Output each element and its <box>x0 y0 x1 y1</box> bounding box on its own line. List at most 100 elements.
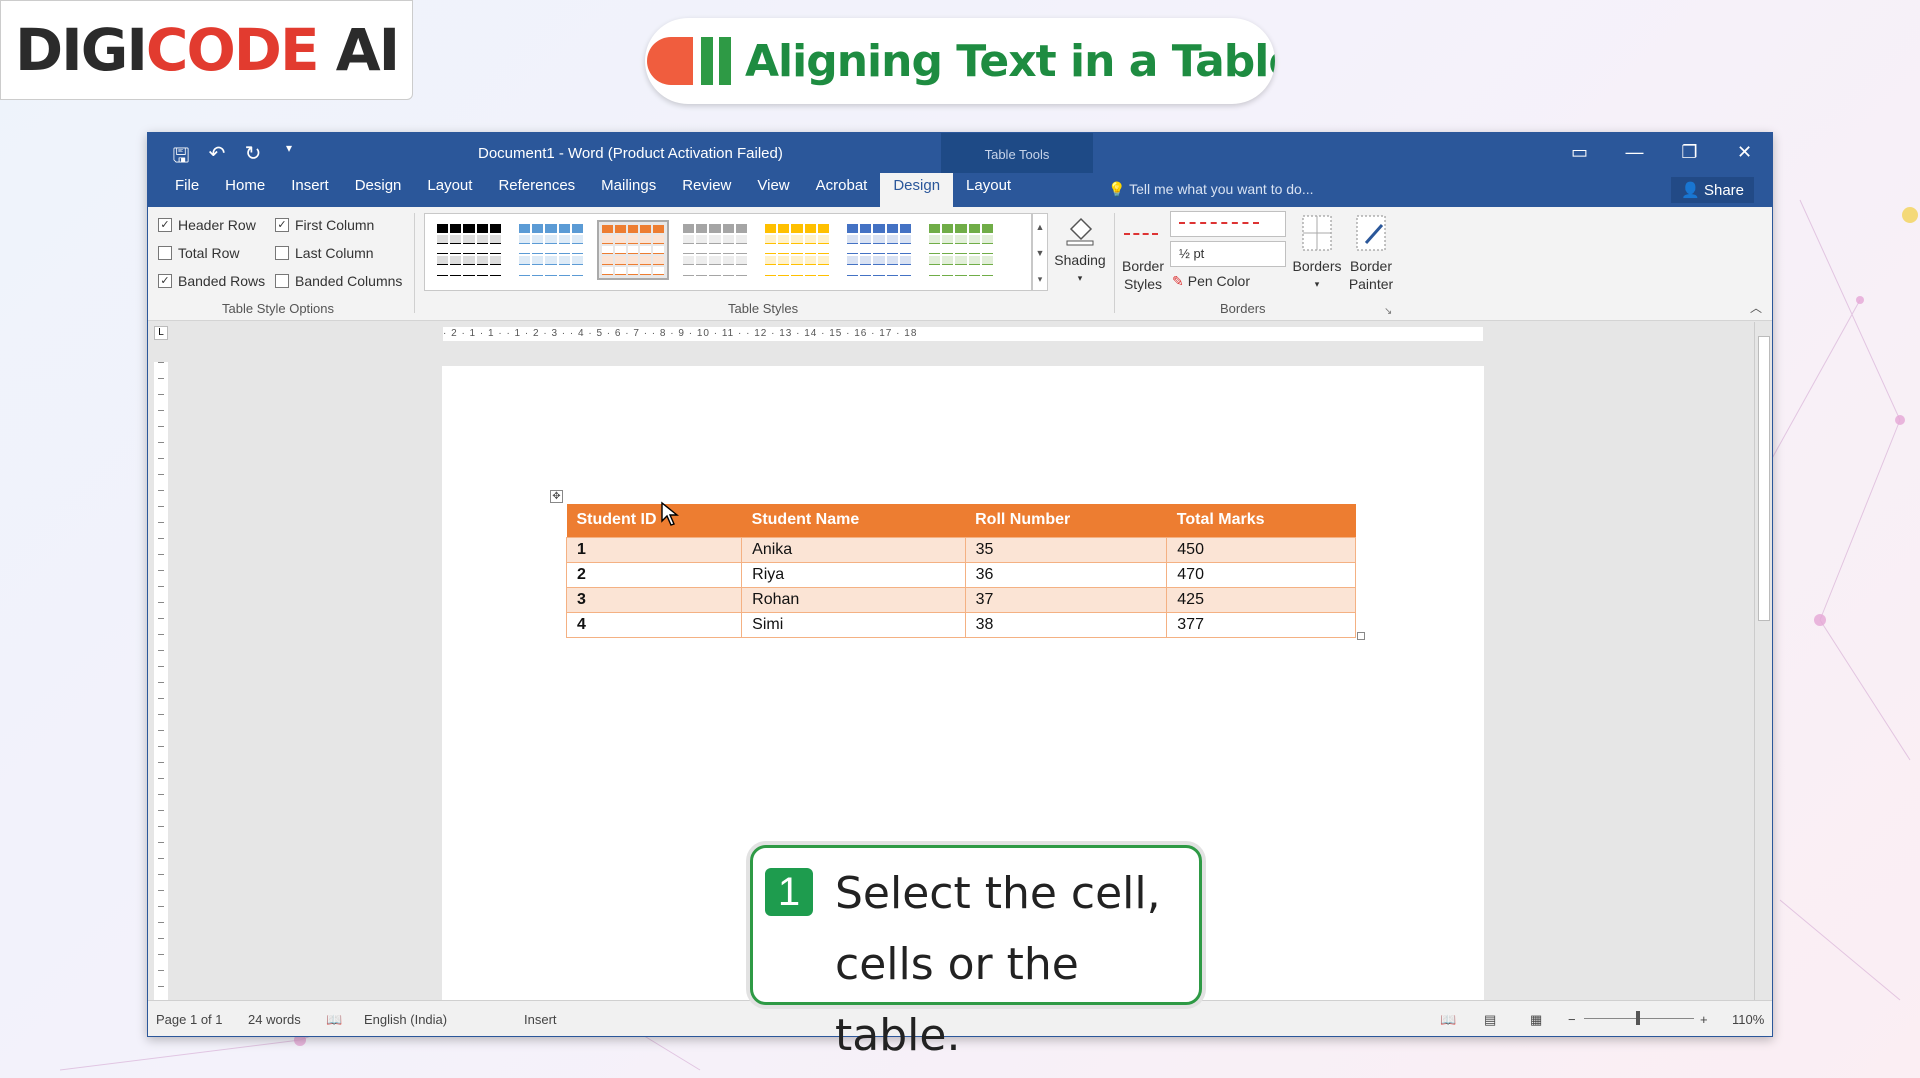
table-cell[interactable]: 2 <box>565 561 743 588</box>
table-cell[interactable]: 470 <box>1166 561 1356 588</box>
share-button[interactable]: 👤 Share <box>1671 177 1754 203</box>
table-cell[interactable]: Anika <box>741 536 966 563</box>
word-count[interactable]: 24 words <box>248 1012 301 1027</box>
borders-dialog-launcher-icon[interactable]: ↘ <box>1384 306 1392 317</box>
minimize-icon[interactable]: — <box>1607 133 1662 173</box>
table-cell[interactable]: 35 <box>964 536 1168 563</box>
table-cell[interactable]: Rohan <box>741 586 966 613</box>
table-cell[interactable]: 377 <box>1166 611 1356 638</box>
save-icon[interactable]: 🖫 <box>170 141 192 175</box>
student-table[interactable]: Student ID Student Name Roll Number Tota… <box>565 504 1356 638</box>
vertical-ruler <box>154 362 168 1002</box>
last-column-label: Last Column <box>295 245 374 261</box>
table-move-handle-icon[interactable]: ✥ <box>550 490 563 503</box>
vertical-scrollbar[interactable] <box>1754 322 1772 1000</box>
tab-mailings[interactable]: Mailings <box>588 173 669 207</box>
logo-text-dark2: AI <box>317 16 400 84</box>
borders-button[interactable]: Borders ▾ <box>1292 213 1342 293</box>
ribbon-display-icon[interactable]: ▭ <box>1552 133 1607 173</box>
tab-table-design[interactable]: Design <box>880 173 954 207</box>
table-style-gold[interactable] <box>761 220 833 280</box>
tab-insert[interactable]: Insert <box>278 173 342 207</box>
banded-rows-label: Banded Rows <box>178 273 266 289</box>
table-cell[interactable]: Simi <box>741 611 966 638</box>
gallery-scroll[interactable]: ▲ ▼ ▾ <box>1032 213 1048 291</box>
table-cell[interactable]: 37 <box>964 586 1168 613</box>
read-mode-icon[interactable]: 📖 <box>1440 1012 1456 1028</box>
table-cell[interactable]: 450 <box>1166 536 1356 563</box>
redo-icon[interactable]: ↻ <box>242 141 264 175</box>
header-cell[interactable]: Student Name <box>741 504 966 537</box>
zoom-in-icon[interactable]: + <box>1700 1012 1708 1027</box>
tab-home[interactable]: Home <box>212 173 278 207</box>
scrollbar-thumb[interactable] <box>1758 336 1770 621</box>
tab-design[interactable]: Design <box>342 173 415 207</box>
table-cell[interactable]: 38 <box>964 611 1168 638</box>
table-row: 3 Rohan 37 425 <box>565 586 1356 613</box>
tell-me-box[interactable]: 💡 Tell me what you want to do... <box>1108 181 1314 198</box>
insert-mode[interactable]: Insert <box>524 1012 557 1027</box>
total-row-checkbox[interactable]: Total Row <box>158 245 239 261</box>
zoom-out-icon[interactable]: − <box>1568 1012 1576 1027</box>
zoom-level[interactable]: 110% <box>1732 1012 1764 1027</box>
table-row: 4 Simi 38 377 <box>565 611 1356 638</box>
header-cell[interactable]: Roll Number <box>965 504 1167 537</box>
header-cell[interactable]: Total Marks <box>1166 504 1356 537</box>
border-painter-button[interactable]: Border Painter <box>1344 213 1398 293</box>
table-cell[interactable]: 4 <box>565 611 743 638</box>
border-painter-label-2: Painter <box>1348 276 1394 292</box>
first-column-checkbox[interactable]: ✓ First Column <box>275 217 374 233</box>
close-icon[interactable]: ✕ <box>1717 133 1772 173</box>
pen-color-label: Pen Color <box>1187 273 1250 289</box>
borders-label: Borders <box>1292 258 1342 274</box>
table-style-green[interactable] <box>925 220 997 280</box>
zoom-slider-thumb[interactable] <box>1636 1011 1640 1025</box>
pen-color-button[interactable]: ✎ Pen Color <box>1172 273 1250 290</box>
header-cell[interactable]: Student ID <box>566 504 742 537</box>
customize-qat-icon[interactable]: ▾ <box>278 141 300 175</box>
undo-icon[interactable]: ↶ <box>206 141 228 175</box>
table-resize-handle[interactable] <box>1357 632 1365 640</box>
person-icon: 👤 <box>1681 182 1700 199</box>
web-layout-icon[interactable]: ▦ <box>1530 1012 1542 1028</box>
last-column-checkbox[interactable]: Last Column <box>275 245 374 261</box>
mouse-pointer-icon <box>661 501 679 526</box>
tab-view[interactable]: View <box>744 173 802 207</box>
table-cell[interactable]: Riya <box>741 561 966 588</box>
proofing-icon[interactable]: 📖 <box>326 1012 342 1028</box>
tab-references[interactable]: References <box>485 173 588 207</box>
banded-rows-checkbox[interactable]: ✓ Banded Rows <box>158 273 265 289</box>
share-label: Share <box>1703 182 1744 199</box>
header-row-label: Header Row <box>178 217 256 233</box>
restore-icon[interactable]: ❐ <box>1662 133 1717 173</box>
collapse-ribbon-icon[interactable]: ︿ <box>1750 299 1762 316</box>
table-cell[interactable]: 3 <box>565 586 743 613</box>
table-cell[interactable]: 36 <box>964 561 1168 588</box>
tab-layout[interactable]: Layout <box>414 173 485 207</box>
tab-selector-icon[interactable]: L <box>154 326 168 340</box>
tab-acrobat[interactable]: Acrobat <box>803 173 881 207</box>
shading-button[interactable]: Shading ▾ <box>1052 213 1108 287</box>
table-cell[interactable]: 1 <box>565 536 743 563</box>
pen-color-icon: ✎ <box>1172 273 1184 289</box>
border-styles-button[interactable]: Border Styles <box>1118 257 1168 293</box>
tab-file[interactable]: File <box>162 173 212 207</box>
table-style-darkblue[interactable] <box>843 220 915 280</box>
table-row: 1 Anika 35 450 <box>565 536 1356 563</box>
page-count[interactable]: Page 1 of 1 <box>156 1012 223 1027</box>
line-style-select[interactable] <box>1170 211 1286 237</box>
banded-columns-label: Banded Columns <box>295 273 403 289</box>
table-cell[interactable]: 425 <box>1166 586 1356 613</box>
tab-table-layout[interactable]: Layout <box>953 173 1024 207</box>
language[interactable]: English (India) <box>364 1012 447 1027</box>
banded-columns-checkbox[interactable]: Banded Columns <box>275 273 402 289</box>
header-row-checkbox[interactable]: ✓ Header Row <box>158 217 256 233</box>
table-style-gray[interactable] <box>679 220 751 280</box>
table-style-black[interactable] <box>433 220 505 280</box>
table-style-orange[interactable] <box>597 220 669 280</box>
table-style-blue[interactable] <box>515 220 587 280</box>
shading-label: Shading <box>1054 252 1106 268</box>
line-weight-select[interactable]: ½ pt <box>1170 241 1286 267</box>
print-layout-icon[interactable]: ▤ <box>1484 1012 1496 1028</box>
tab-review[interactable]: Review <box>669 173 744 207</box>
